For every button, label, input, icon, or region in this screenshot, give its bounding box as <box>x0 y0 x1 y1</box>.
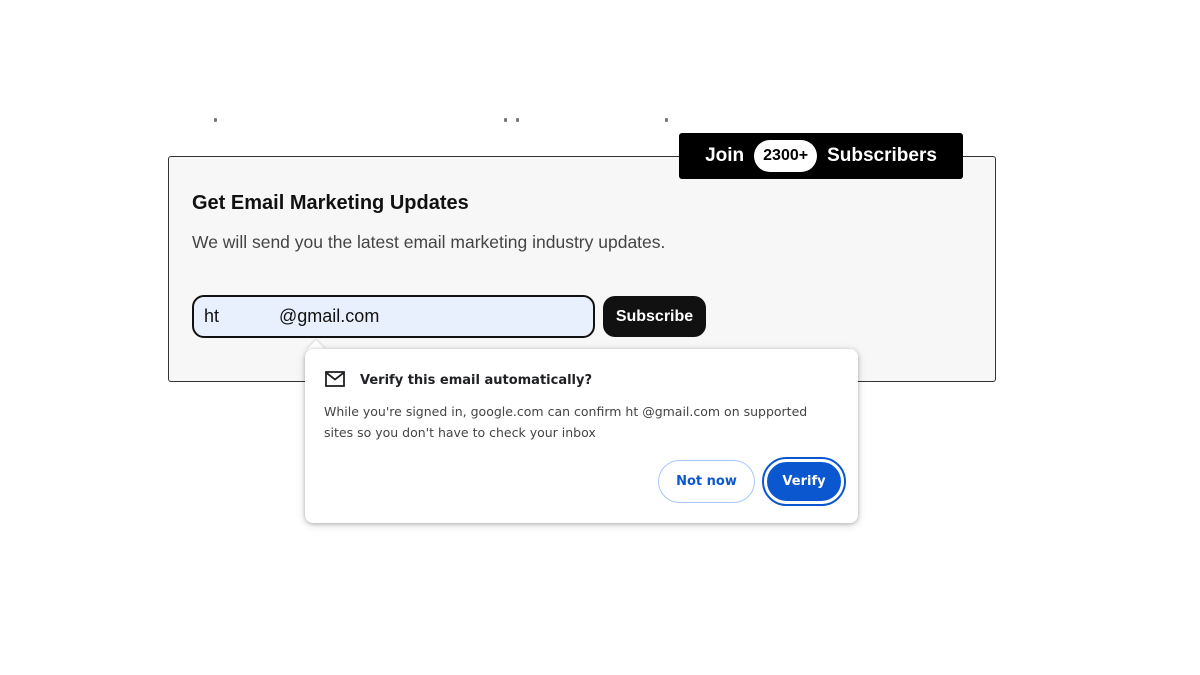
page: Get Email Marketing Updates We will send… <box>0 0 1200 675</box>
cut-off-text-line <box>170 118 690 126</box>
join-suffix: Subscribers <box>827 145 937 166</box>
verify-email-popup: Verify this email automatically? While y… <box>305 349 858 523</box>
join-prefix: Join <box>705 145 745 166</box>
subscriber-count-pill: 2300+ <box>754 140 818 172</box>
email-input[interactable] <box>192 295 595 338</box>
card-title: Get Email Marketing Updates <box>192 192 469 214</box>
mail-icon <box>325 371 345 387</box>
popup-title: Verify this email automatically? <box>360 373 593 388</box>
join-subscribers-badge: Join 2300+ Subscribers <box>679 133 963 179</box>
subscribe-button[interactable]: Subscribe <box>603 296 706 337</box>
popup-body: While you're signed in, google.com can c… <box>324 404 808 440</box>
card-subtitle: We will send you the latest email market… <box>192 232 666 252</box>
not-now-button[interactable]: Not now <box>658 460 755 503</box>
verify-button[interactable]: Verify <box>762 457 846 506</box>
